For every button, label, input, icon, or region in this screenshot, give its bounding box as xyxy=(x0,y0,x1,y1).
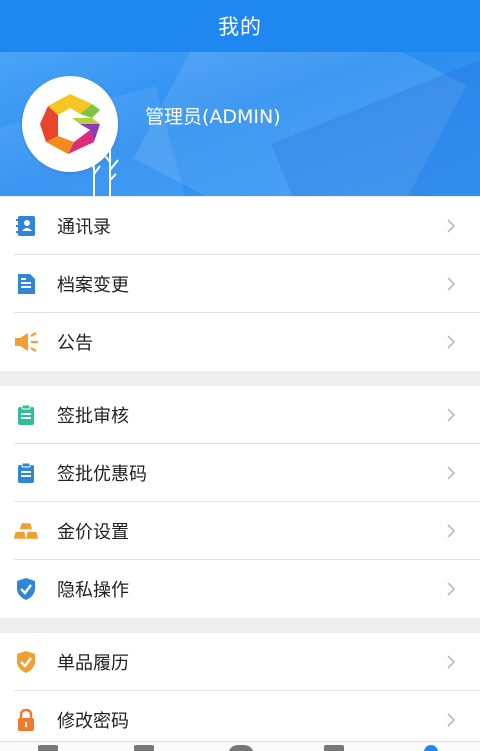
chevron-right-icon xyxy=(447,335,456,349)
menu-item-label: 修改密码 xyxy=(57,711,129,732)
username: 管理员(ADMIN) xyxy=(145,106,281,128)
menu-item-label: 单品履历 xyxy=(57,653,129,674)
chevron-right-icon xyxy=(447,655,456,669)
page-title: 我的 xyxy=(218,15,262,39)
menu-item-contacts[interactable]: 通讯录 xyxy=(0,197,480,255)
chevron-right-icon xyxy=(447,524,456,538)
menu-section-2: 签批审核 签批优惠码 金价设置 隐私操作 xyxy=(0,386,480,618)
top-bar: 我的 xyxy=(0,0,480,52)
menu-item-label: 公告 xyxy=(57,333,93,354)
nav-school-icon[interactable] xyxy=(228,745,254,751)
chevron-right-icon xyxy=(447,466,456,480)
chevron-right-icon xyxy=(447,277,456,291)
clipboard-icon xyxy=(18,462,34,483)
gold-bars-icon xyxy=(13,523,39,539)
menu-item-label: 签批优惠码 xyxy=(57,464,147,485)
menu-item-label: 金价设置 xyxy=(57,522,129,543)
menu-item-gold-price-settings[interactable]: 金价设置 xyxy=(0,502,480,560)
shield-check-icon xyxy=(17,651,35,673)
contacts-icon xyxy=(16,216,35,236)
menu-item-label: 签批审核 xyxy=(57,406,129,427)
menu-section-3: 单品履历 修改密码 xyxy=(0,633,480,749)
nav-list-icon[interactable] xyxy=(134,745,154,751)
menu-item-approval-coupon[interactable]: 签批优惠码 xyxy=(0,444,480,502)
menu-item-approval-review[interactable]: 签批审核 xyxy=(0,386,480,444)
menu-item-product-history[interactable]: 单品履历 xyxy=(0,633,480,691)
menu-item-label: 通讯录 xyxy=(57,217,111,238)
clipboard-icon xyxy=(18,404,34,425)
profile-header[interactable]: 管理员(ADMIN) xyxy=(0,52,480,196)
menu-item-label: 隐私操作 xyxy=(57,580,129,601)
menu-item-label: 档案变更 xyxy=(57,275,129,296)
app-logo-icon xyxy=(40,94,100,154)
document-icon xyxy=(18,274,35,294)
menu-section-1: 通讯录 档案变更 公告 xyxy=(0,197,480,371)
chevron-right-icon xyxy=(447,408,456,422)
lock-icon xyxy=(18,708,34,731)
nav-home-icon[interactable] xyxy=(38,745,58,751)
chevron-right-icon xyxy=(447,713,456,727)
nav-chart-icon[interactable] xyxy=(324,745,344,751)
avatar[interactable] xyxy=(22,76,118,172)
shield-check-icon xyxy=(17,578,35,600)
chevron-right-icon xyxy=(447,582,456,596)
menu-item-archive-change[interactable]: 档案变更 xyxy=(0,255,480,313)
megaphone-icon xyxy=(15,332,38,352)
menu-item-privacy-operation[interactable]: 隐私操作 xyxy=(0,560,480,618)
chevron-right-icon xyxy=(447,219,456,233)
nav-profile-icon[interactable] xyxy=(424,745,438,751)
menu-item-announcement[interactable]: 公告 xyxy=(0,313,480,371)
